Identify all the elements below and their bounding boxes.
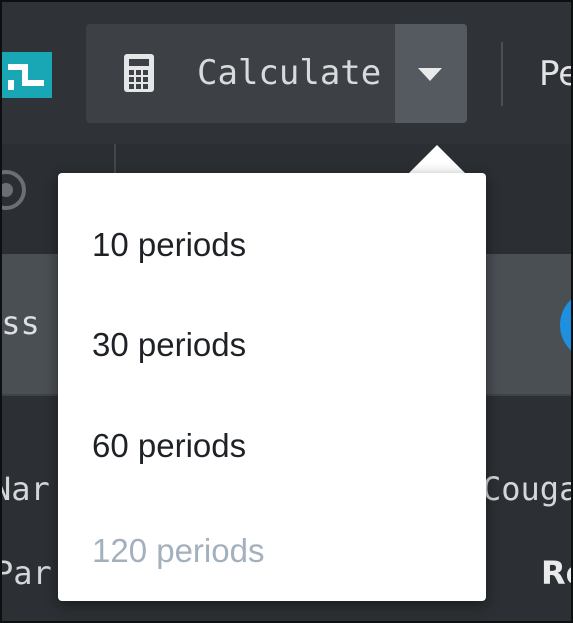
menu-item-30-periods[interactable]: 30 periods xyxy=(58,295,486,395)
table-cell-ro: Ro xyxy=(541,554,571,592)
caret-down-icon xyxy=(418,68,442,81)
header-text: ass xyxy=(1,304,40,342)
app-window: Calculate Pe ass Nar Couga Par Ro 10 per… xyxy=(0,0,573,623)
toolbar: Calculate Pe xyxy=(2,2,571,144)
calculator-icon xyxy=(124,54,154,92)
calculate-split-button: Calculate xyxy=(86,24,467,123)
calculate-dropdown-toggle[interactable] xyxy=(395,24,467,123)
periods-tab[interactable]: Pe xyxy=(539,52,571,96)
periods-dropdown-menu: 10 periods 30 periods 60 periods 120 per… xyxy=(58,173,486,601)
menu-pointer xyxy=(407,145,467,175)
table-cell-name: Nar xyxy=(2,470,50,508)
menu-item-120-periods: 120 periods xyxy=(92,532,265,569)
calculate-button[interactable]: Calculate xyxy=(86,24,394,123)
menu-item-10-periods[interactable]: 10 periods xyxy=(58,195,486,295)
menu-item-60-periods[interactable]: 60 periods xyxy=(58,396,486,496)
table-cell-par: Par xyxy=(2,554,52,592)
toolbar-divider xyxy=(501,42,503,106)
table-cell-cougar: Couga xyxy=(482,470,573,508)
app-logo-icon[interactable] xyxy=(2,52,52,98)
calculate-label: Calculate xyxy=(197,53,382,93)
